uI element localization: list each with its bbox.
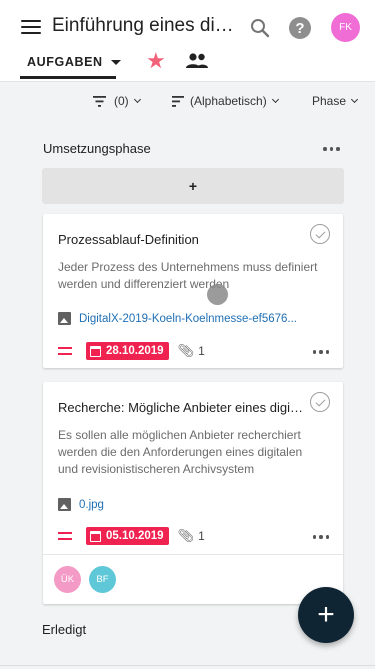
filter-icon [93,95,106,107]
paperclip-icon: 📎︎ [177,343,195,358]
task-card[interactable]: Prozessablauf-Definition Jeder Prozess d… [43,214,343,368]
attachment-count: 1 [198,529,205,543]
menu-icon[interactable] [21,20,41,36]
due-date-badge: 05.10.2019 [86,527,169,545]
card-title: Prozessablauf-Definition [58,232,199,247]
star-icon[interactable]: ★ [146,50,166,72]
complete-check-icon[interactable] [310,224,330,244]
app-bar: Einführung eines digitalen Archivsystems… [0,0,375,82]
due-date: 05.10.2019 [106,530,164,542]
image-icon [58,312,71,325]
chevron-down-icon [271,95,279,104]
attachment-name: 0.jpg [79,498,104,511]
card-more-icon[interactable] [312,350,329,354]
image-icon [58,498,71,511]
tab-aufgaben-label: AUFGABEN [27,55,103,69]
phase-label: Phase [312,94,347,108]
attachment-count: 1 [198,344,205,358]
due-date-badge: 28.10.2019 [86,342,169,360]
calendar-icon [90,345,101,357]
caret-down-icon [110,59,121,65]
divider [0,665,375,666]
sort-icon [172,95,184,107]
sort-label: (Alphabetisch) [190,94,267,108]
column-title: Erledigt [42,622,87,637]
card-more-icon[interactable] [312,535,329,539]
card-description: Jeder Prozess des Unternehmens muss defi… [58,260,318,291]
calendar-icon [90,530,101,542]
chevron-down-icon [350,95,359,104]
attachment-link[interactable]: DigitalX-2019-Koeln-Koelnmesse-ef5676... [58,312,297,325]
people-icon[interactable] [185,52,209,70]
member-avatar[interactable]: BF [89,566,116,593]
card-description: Es sollen alle möglichen Anbieter recher… [58,428,303,476]
tab-indicator [20,76,116,79]
card-meta: 05.10.2019 📎︎ 1 [58,527,205,545]
page-title: Einführung eines digitalen Archivsystems [52,15,242,36]
add-card-button[interactable]: + [42,168,344,204]
user-avatar[interactable]: FK [331,13,360,42]
add-task-fab[interactable]: + [298,587,354,643]
loading-indicator [207,284,228,305]
card-meta: 28.10.2019 📎︎ 1 [58,342,205,360]
priority-icon [58,347,72,355]
complete-check-icon[interactable] [310,392,330,412]
attachment-name: DigitalX-2019-Koeln-Koelnmesse-ef5676... [79,312,297,325]
priority-icon [58,532,72,540]
filter-count: (0) [114,94,129,108]
filter-dropdown[interactable]: (0) [93,93,141,109]
member-avatar[interactable]: ÜK [54,566,81,593]
attachment-link[interactable]: 0.jpg [58,498,104,511]
due-date: 28.10.2019 [106,345,164,357]
divider [43,554,343,555]
sort-dropdown[interactable]: (Alphabetisch) [172,93,279,109]
card-title: Recherche: Mögliche Anbieter eines digit… [58,400,306,415]
task-card[interactable]: Recherche: Mögliche Anbieter eines digit… [43,382,343,604]
chevron-down-icon [133,95,141,104]
paperclip-icon: 📎︎ [177,528,195,543]
tab-aufgaben[interactable]: AUFGABEN [27,55,121,69]
column-title: Umsetzungsphase [43,141,151,156]
column-more-icon[interactable] [323,147,340,151]
help-icon[interactable]: ? [288,16,312,40]
phase-dropdown[interactable]: Phase [312,93,359,109]
search-icon[interactable] [248,16,272,40]
